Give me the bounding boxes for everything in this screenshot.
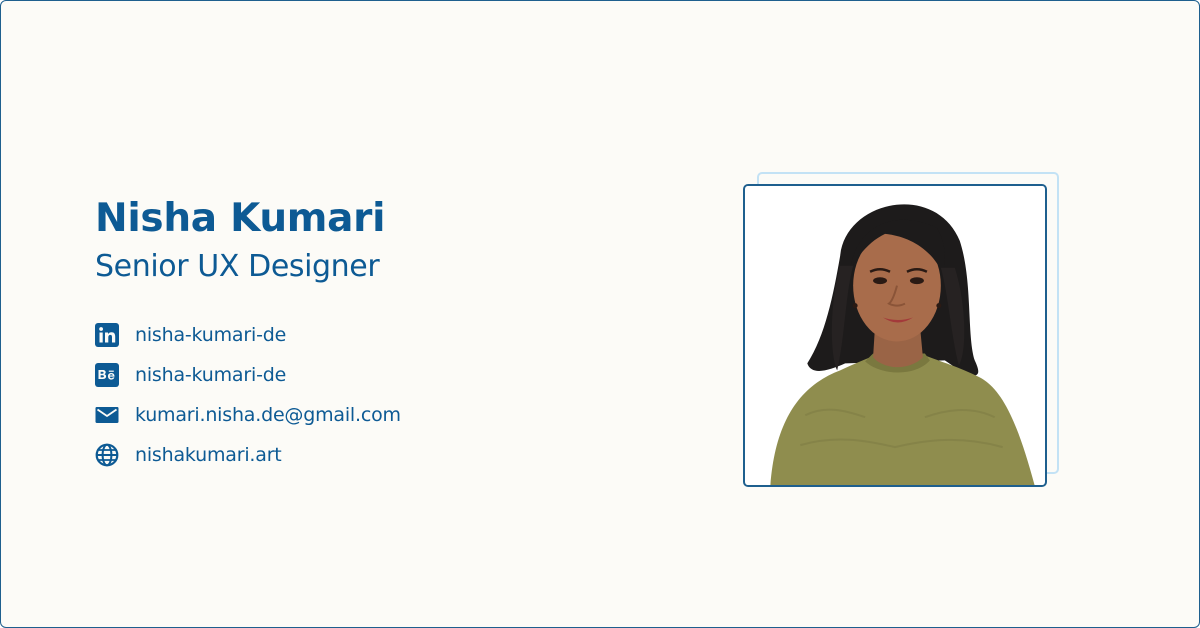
email-address[interactable]: kumari.nisha.de@gmail.com <box>135 404 401 426</box>
linkedin-icon <box>95 323 119 347</box>
behance-icon <box>95 363 119 387</box>
website-url[interactable]: nishakumari.art <box>135 444 282 466</box>
contact-linkedin[interactable]: nisha-kumari-de <box>95 315 401 355</box>
globe-icon <box>95 443 119 467</box>
profile-photo <box>743 184 1047 487</box>
behance-handle[interactable]: nisha-kumari-de <box>135 364 286 386</box>
profile-title: Senior UX Designer <box>95 249 380 284</box>
linkedin-handle[interactable]: nisha-kumari-de <box>135 324 286 346</box>
contact-email[interactable]: kumari.nisha.de@gmail.com <box>95 395 401 435</box>
contact-website[interactable]: nishakumari.art <box>95 435 401 475</box>
contact-behance[interactable]: nisha-kumari-de <box>95 355 401 395</box>
profile-card: Nisha Kumari Senior UX Designer nisha-ku… <box>0 0 1200 628</box>
portrait-illustration <box>745 186 1045 485</box>
mail-icon <box>95 403 119 427</box>
profile-name: Nisha Kumari <box>95 196 386 241</box>
contact-list: nisha-kumari-de nisha-kumari-de kumari.n… <box>95 315 401 475</box>
profile-photo-frame <box>743 172 1063 490</box>
